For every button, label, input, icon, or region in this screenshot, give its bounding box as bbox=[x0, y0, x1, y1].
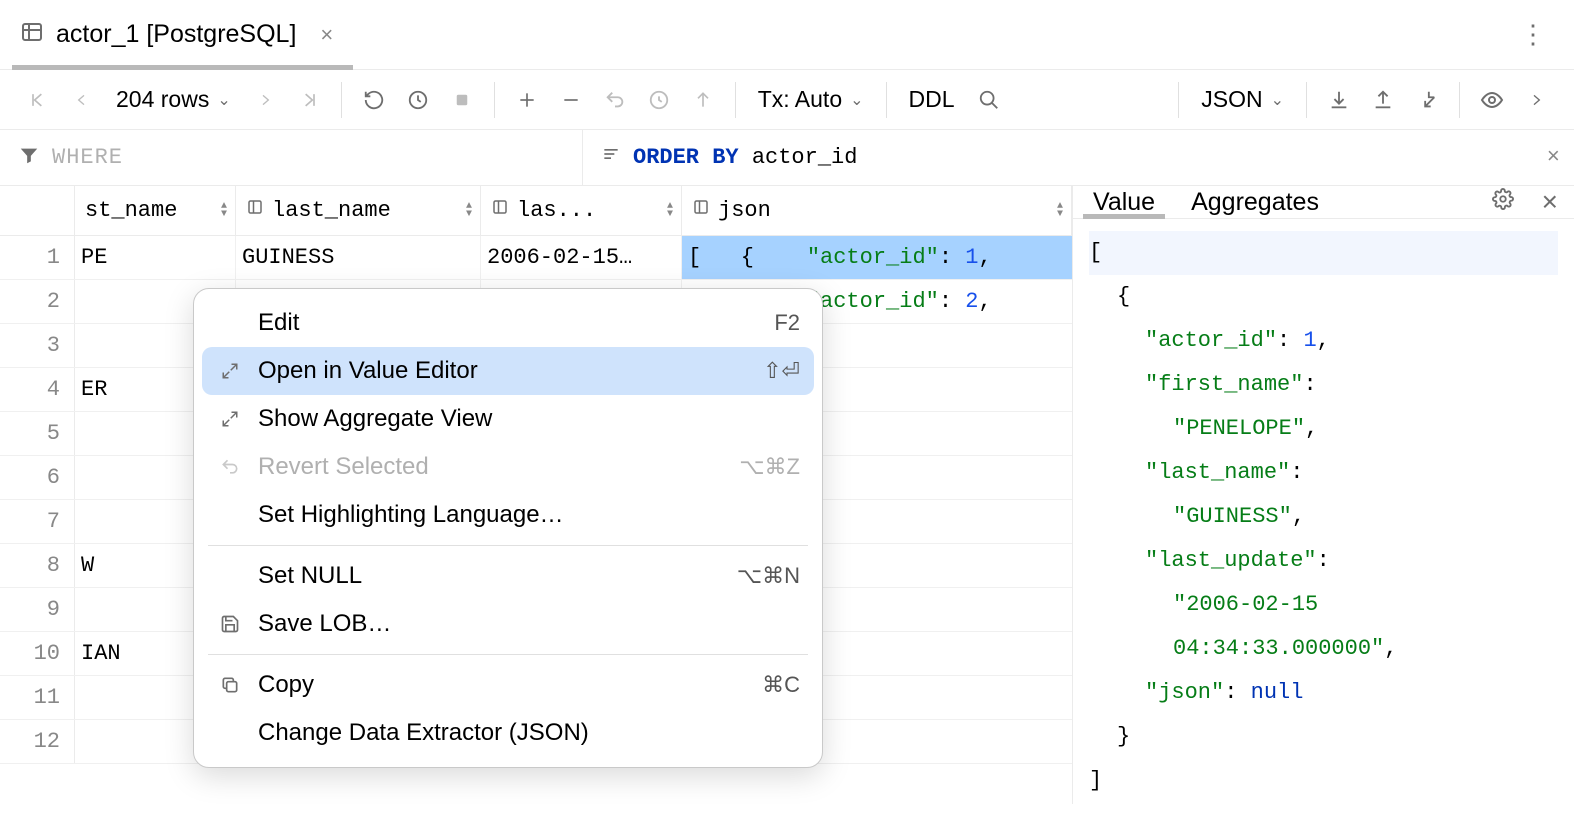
last-page-icon[interactable] bbox=[289, 80, 329, 120]
submit-icon[interactable] bbox=[683, 80, 723, 120]
tab-value[interactable]: Value bbox=[1089, 186, 1159, 218]
column-icon bbox=[491, 198, 509, 223]
sort-icon bbox=[601, 144, 621, 171]
expand-icon bbox=[216, 410, 244, 428]
revert-icon bbox=[216, 457, 244, 477]
import-icon[interactable] bbox=[1407, 80, 1447, 120]
cell[interactable]: PE bbox=[75, 236, 236, 279]
chevron-down-icon: ⌄ bbox=[217, 90, 230, 110]
sort-icon: ▲▼ bbox=[221, 203, 227, 219]
schedule-icon[interactable] bbox=[398, 80, 438, 120]
more-icon[interactable] bbox=[1516, 80, 1556, 120]
table-icon bbox=[20, 20, 44, 50]
chevron-down-icon: ⌄ bbox=[1271, 90, 1284, 110]
expand-icon bbox=[216, 362, 244, 380]
menu-edit[interactable]: Edit F2 bbox=[194, 299, 822, 347]
row-number: 3 bbox=[0, 324, 75, 367]
menu-set-null[interactable]: Set NULL ⌥⌘N bbox=[194, 552, 822, 600]
row-number: 11 bbox=[0, 676, 75, 719]
stop-icon[interactable] bbox=[442, 80, 482, 120]
json-viewer[interactable]: [ { "actor_id": 1, "first_name": "PENELO… bbox=[1073, 219, 1574, 815]
row-number: 8 bbox=[0, 544, 75, 587]
filter-row: WHERE ORDER BY actor_id × bbox=[0, 130, 1574, 186]
refresh-icon[interactable] bbox=[354, 80, 394, 120]
ddl-button[interactable]: DDL bbox=[899, 86, 965, 113]
column-header[interactable]: st_name ▲▼ bbox=[75, 186, 236, 235]
menu-change-extractor[interactable]: Change Data Extractor (JSON) bbox=[194, 709, 822, 757]
order-by-keyword: ORDER BY bbox=[633, 145, 739, 170]
search-icon[interactable] bbox=[969, 80, 1009, 120]
toolbar: 204 rows⌄ Tx: Auto⌄ DDL JSON⌄ bbox=[0, 70, 1574, 130]
tab-overflow-menu-icon[interactable]: ⋮ bbox=[1504, 19, 1562, 50]
view-icon[interactable] bbox=[1472, 80, 1512, 120]
data-grid: st_name ▲▼ last_name ▲▼ las... ▲▼ json ▲… bbox=[0, 186, 1073, 804]
cell[interactable]: GUINESS bbox=[236, 236, 481, 279]
row-number: 5 bbox=[0, 412, 75, 455]
value-panel-tabs: Value Aggregates × bbox=[1073, 186, 1574, 219]
where-label: WHERE bbox=[52, 145, 123, 170]
column-header[interactable]: las... ▲▼ bbox=[481, 186, 682, 235]
row-number: 12 bbox=[0, 720, 75, 763]
menu-highlight-language[interactable]: Set Highlighting Language… bbox=[194, 491, 822, 539]
sort-icon: ▲▼ bbox=[667, 203, 673, 219]
order-by-filter[interactable]: ORDER BY actor_id × bbox=[583, 130, 1574, 185]
add-row-icon[interactable] bbox=[507, 80, 547, 120]
column-icon bbox=[692, 198, 710, 223]
upload-icon[interactable] bbox=[1363, 80, 1403, 120]
tab-title: actor_1 [PostgreSQL] bbox=[56, 20, 296, 49]
filter-icon bbox=[18, 144, 40, 172]
sort-icon: ▲▼ bbox=[1057, 203, 1063, 219]
prev-page-icon[interactable] bbox=[62, 80, 102, 120]
menu-revert-selected: Revert Selected ⌥⌘Z bbox=[194, 443, 822, 491]
row-number: 2 bbox=[0, 280, 75, 323]
row-number: 1 bbox=[0, 236, 75, 279]
remove-row-icon[interactable] bbox=[551, 80, 591, 120]
row-number: 9 bbox=[0, 588, 75, 631]
row-count[interactable]: 204 rows⌄ bbox=[106, 86, 241, 113]
value-panel: Value Aggregates × [ { "actor_id": 1, "f… bbox=[1073, 186, 1574, 804]
row-number: 6 bbox=[0, 456, 75, 499]
row-number: 7 bbox=[0, 500, 75, 543]
tx-mode[interactable]: Tx: Auto⌄ bbox=[748, 86, 874, 113]
row-number: 10 bbox=[0, 632, 75, 675]
column-header[interactable]: last_name ▲▼ bbox=[236, 186, 481, 235]
order-by-column: actor_id bbox=[752, 145, 858, 170]
revert-icon[interactable] bbox=[595, 80, 635, 120]
close-icon[interactable]: × bbox=[1547, 145, 1560, 170]
menu-copy[interactable]: Copy ⌘C bbox=[194, 661, 822, 709]
row-number: 4 bbox=[0, 368, 75, 411]
first-page-icon[interactable] bbox=[18, 80, 58, 120]
menu-open-value-editor[interactable]: Open in Value Editor ⇧⏎ bbox=[202, 347, 814, 395]
menu-aggregate-view[interactable]: Show Aggregate View bbox=[194, 395, 822, 443]
gear-icon[interactable] bbox=[1492, 188, 1514, 216]
where-filter[interactable]: WHERE bbox=[0, 130, 583, 185]
commit-icon[interactable] bbox=[639, 80, 679, 120]
close-icon[interactable]: × bbox=[1542, 186, 1558, 218]
column-header[interactable]: json ▲▼ bbox=[682, 186, 1072, 235]
sort-icon: ▲▼ bbox=[466, 203, 472, 219]
save-icon bbox=[216, 614, 244, 634]
copy-icon bbox=[216, 675, 244, 695]
menu-save-lob[interactable]: Save LOB… bbox=[194, 600, 822, 648]
close-tab-icon[interactable]: × bbox=[320, 22, 333, 48]
tab-bar: actor_1 [PostgreSQL] × ⋮ bbox=[0, 0, 1574, 70]
export-format[interactable]: JSON⌄ bbox=[1191, 86, 1294, 113]
next-page-icon[interactable] bbox=[245, 80, 285, 120]
download-icon[interactable] bbox=[1319, 80, 1359, 120]
column-headers: st_name ▲▼ last_name ▲▼ las... ▲▼ json ▲… bbox=[0, 186, 1072, 236]
cell[interactable]: [ { "actor_id": 1, bbox=[682, 236, 1072, 279]
editor-tab[interactable]: actor_1 [PostgreSQL] × bbox=[12, 0, 353, 69]
table-row[interactable]: 1PEGUINESS2006-02-15…[ { "actor_id": 1, bbox=[0, 236, 1072, 280]
tab-aggregates[interactable]: Aggregates bbox=[1187, 186, 1323, 218]
column-icon bbox=[246, 198, 264, 223]
cell[interactable]: 2006-02-15… bbox=[481, 236, 682, 279]
chevron-down-icon: ⌄ bbox=[850, 90, 863, 110]
context-menu: Edit F2 Open in Value Editor ⇧⏎ Show Agg… bbox=[193, 288, 823, 768]
